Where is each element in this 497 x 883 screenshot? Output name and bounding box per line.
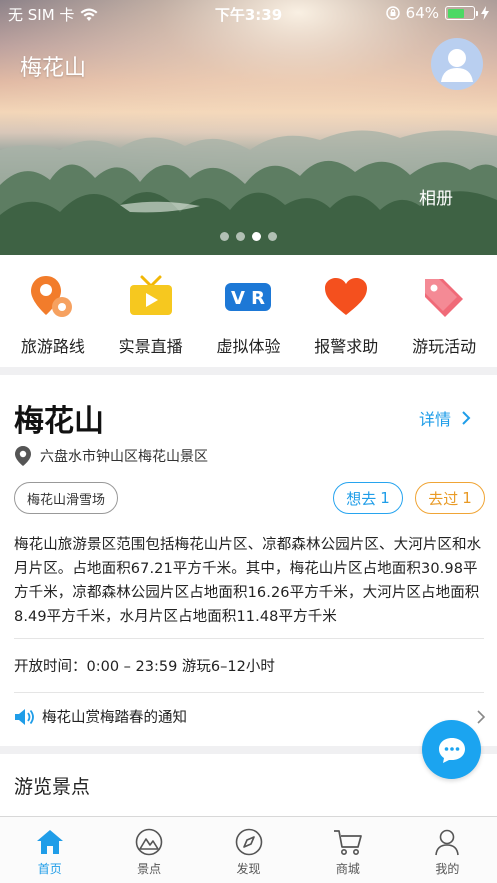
hero-title: 梅花山 <box>20 56 87 81</box>
quick-item-activity[interactable]: 游玩活动 <box>398 255 490 367</box>
description-text: 梅花山旅游景区范围包括梅花山片区、凉都森林公园片区、大河片区和水月片区。占地面积… <box>14 537 482 625</box>
tab-home[interactable]: 首页 <box>0 817 99 883</box>
chevron-right-icon <box>477 709 486 724</box>
tag-ski-resort[interactable]: 梅花山滑雪场 <box>14 482 119 514</box>
tag-icon <box>419 273 469 321</box>
tab-mall[interactable]: 商城 <box>298 817 397 883</box>
heart-icon <box>321 273 371 321</box>
home-icon <box>35 827 65 857</box>
section-title-attractions: 游览景点 <box>14 776 91 798</box>
user-avatar[interactable] <box>431 38 483 90</box>
quick-item-vr[interactable]: V R 虚拟体验 <box>202 255 294 367</box>
carousel-dot[interactable] <box>252 232 261 241</box>
detail-link[interactable]: 详情 <box>419 406 471 430</box>
want-to-go-button[interactable]: 想去 1 <box>333 482 403 514</box>
battery-icon <box>445 6 478 20</box>
carousel-dots <box>0 232 497 241</box>
opening-hours: 开放时间：0:00 – 23:59 游玩6–12小时 <box>14 659 275 675</box>
scenic-title: 梅花山 <box>14 404 104 439</box>
tab-discover[interactable]: 发现 <box>199 817 298 883</box>
chat-bubble-icon <box>438 737 465 763</box>
divider <box>14 692 484 693</box>
svg-text:V R: V R <box>231 288 265 309</box>
location-pin-icon <box>15 446 31 466</box>
user-icon <box>432 827 462 857</box>
carousel-dot[interactable] <box>268 232 277 241</box>
compass-icon <box>234 827 264 857</box>
status-bar: 无 SIM 卡 下午3:39 64% <box>0 0 497 28</box>
orientation-lock-icon <box>385 6 400 20</box>
quick-label: 旅游路线 <box>20 337 85 356</box>
tab-profile[interactable]: 我的 <box>398 817 497 883</box>
mountain-icon <box>134 827 164 857</box>
notice-row[interactable]: 梅花山赏梅踏春的通知 <box>14 706 486 727</box>
carousel-dot[interactable] <box>236 232 245 241</box>
address-text: 六盘水市钟山区梅花山景区 <box>40 449 208 465</box>
route-map-pin-icon <box>28 273 78 321</box>
charging-icon <box>481 6 489 20</box>
been-count: 1 <box>462 489 472 507</box>
chevron-right-icon <box>462 411 471 425</box>
vr-icon: V R <box>223 273 273 321</box>
quick-label: 报警求助 <box>314 337 379 356</box>
address-row: 六盘水市钟山区梅花山景区 <box>14 445 208 467</box>
quick-label: 游玩活动 <box>412 337 477 356</box>
battery-percent: 64% <box>405 4 439 22</box>
quick-item-live[interactable]: 实景直播 <box>105 255 197 367</box>
quick-label: 虚拟体验 <box>216 337 281 356</box>
status-right: 64% <box>385 4 489 22</box>
want-label: 想去 <box>346 489 377 508</box>
notice-text: 梅花山赏梅踏春的通知 <box>42 710 187 726</box>
tab-label: 我的 <box>435 862 460 876</box>
been-there-button[interactable]: 去过 1 <box>415 482 485 514</box>
battery-level <box>447 8 464 18</box>
album-link[interactable]: 相册 <box>419 184 453 209</box>
want-count: 1 <box>380 489 390 507</box>
avatar-placeholder-icon <box>441 49 473 82</box>
tab-label: 景点 <box>137 862 162 876</box>
quick-item-route[interactable]: 旅游路线 <box>7 255 99 367</box>
tab-label: 商城 <box>335 862 360 876</box>
quick-item-sos[interactable]: 报警求助 <box>300 255 392 367</box>
detail-label: 详情 <box>418 410 451 429</box>
tab-attractions[interactable]: 景点 <box>99 817 198 883</box>
tab-label: 发现 <box>236 862 261 876</box>
tab-label: 首页 <box>37 862 62 876</box>
divider <box>14 638 484 639</box>
bottom-tab-bar: 首页 景点 发现 商城 我的 <box>0 816 497 883</box>
quick-label: 实景直播 <box>118 337 183 356</box>
section-divider <box>0 367 497 375</box>
chat-button[interactable] <box>422 720 481 779</box>
cart-icon <box>333 827 363 857</box>
hero-banner[interactable]: 无 SIM 卡 下午3:39 64% 梅花山 相册 <box>0 0 497 255</box>
quick-menu: 旅游路线 实景直播 V R 虚拟体验 报警求助 游玩活动 <box>0 255 497 367</box>
live-tv-icon <box>126 273 176 321</box>
carousel-dot[interactable] <box>220 232 229 241</box>
been-label: 去过 <box>428 489 459 508</box>
speaker-icon <box>15 708 34 725</box>
hero-landscape-image <box>0 0 497 255</box>
